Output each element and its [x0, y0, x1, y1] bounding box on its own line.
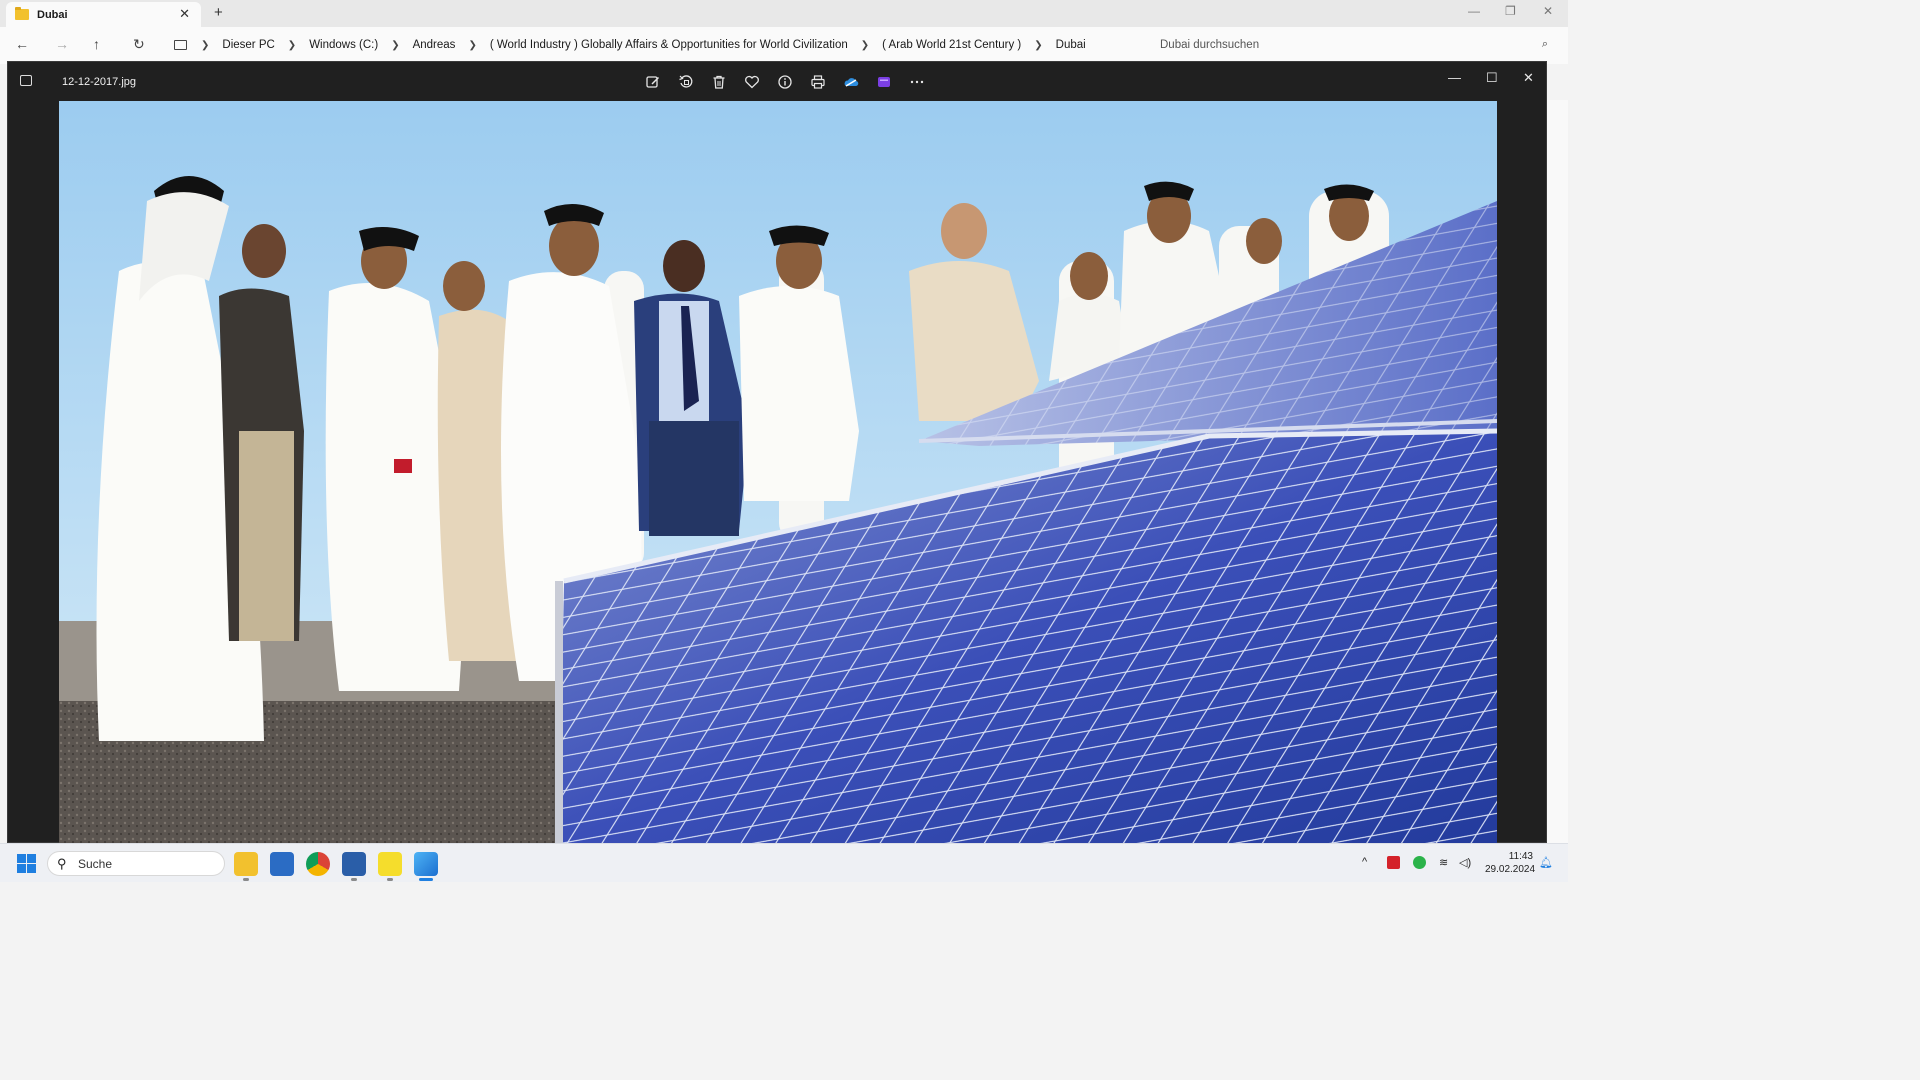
notification-bell-icon[interactable]: 🔔︎: [1539, 856, 1553, 869]
explorer-content-right: [1547, 100, 1568, 843]
print-icon[interactable]: [801, 72, 834, 92]
back-icon[interactable]: ←: [15, 36, 29, 52]
chevron-right-icon[interactable]: ❯: [468, 40, 476, 51]
refresh-icon[interactable]: ↻: [133, 36, 145, 53]
player-icon[interactable]: [378, 852, 402, 876]
running-indicator: [351, 878, 357, 881]
chevron-right-icon[interactable]: ❯: [1034, 40, 1042, 51]
chevron-right-icon[interactable]: ❯: [861, 40, 869, 51]
security-icon[interactable]: [1413, 856, 1426, 869]
photo-canvas[interactable]: [59, 101, 1497, 844]
new-tab-button[interactable]: +: [214, 4, 223, 21]
taskbar-search[interactable]: ⚲ Suche: [47, 851, 225, 876]
search-icon: ⌕: [1541, 38, 1548, 50]
window-close-icon[interactable]: ✕: [1543, 4, 1553, 18]
notepad-icon[interactable]: [342, 852, 366, 876]
acrobat-icon[interactable]: [1387, 856, 1400, 869]
minimize-icon[interactable]: —: [1468, 4, 1480, 18]
taskbar-search-label: Suche: [78, 856, 113, 871]
windows-logo-icon: [17, 854, 26, 863]
clock-date: 29.02.2024: [1485, 864, 1536, 875]
breadcrumb-item[interactable]: ( Arab World 21st Century ): [882, 39, 1021, 51]
onedrive-icon[interactable]: [834, 72, 867, 92]
taskbar: ⚲ Suche ^ ≋ ◁) 11:43 29.02.2024 🔔︎: [0, 843, 1568, 882]
photos-close-icon[interactable]: ✕: [1523, 70, 1534, 86]
photos-toolbar: 12-12-2017.jpg — ☐ ✕: [8, 62, 1548, 101]
chevron-up-icon[interactable]: ^: [1362, 856, 1367, 868]
chevron-right-icon[interactable]: ❯: [288, 40, 296, 51]
breadcrumb-item[interactable]: Dieser PC: [222, 39, 274, 51]
wifi-icon[interactable]: ≋: [1439, 856, 1448, 869]
breadcrumb-item[interactable]: ( World Industry ) Globally Affairs & Op…: [490, 39, 848, 51]
folder-icon: [15, 7, 29, 20]
photos-app-icon: [20, 75, 32, 86]
explorer-search-input[interactable]: Dubai durchsuchen ⌕: [1150, 31, 1560, 59]
volume-icon[interactable]: ◁): [1459, 856, 1471, 869]
tab-close-icon[interactable]: ✕: [179, 6, 190, 22]
running-indicator: [243, 878, 249, 881]
breadcrumb-item[interactable]: Windows (C:): [309, 39, 378, 51]
up-icon[interactable]: ↑: [93, 36, 100, 52]
breadcrumb-item[interactable]: Andreas: [413, 39, 456, 51]
favorite-icon[interactable]: [735, 72, 768, 92]
chevron-right-icon[interactable]: ❯: [391, 40, 399, 51]
active-indicator: [419, 878, 433, 881]
breadcrumb-item[interactable]: Dubai: [1056, 39, 1086, 51]
restore-icon[interactable]: ❐: [1505, 4, 1516, 18]
clipchamp-icon[interactable]: [867, 72, 900, 92]
computer-icon: [174, 40, 187, 50]
photos-icon[interactable]: [414, 852, 438, 876]
more-icon[interactable]: [900, 72, 933, 92]
search-icon: ⚲: [57, 856, 67, 871]
search-placeholder: Dubai durchsuchen: [1160, 39, 1260, 51]
running-indicator: [387, 878, 393, 881]
rotate-icon[interactable]: [669, 72, 702, 92]
photo-image: [59, 101, 1497, 844]
info-icon[interactable]: [768, 72, 801, 92]
tab-title: Dubai: [37, 8, 68, 21]
photos-window: 12-12-2017.jpg — ☐ ✕: [7, 61, 1548, 844]
chrome-icon[interactable]: [306, 852, 330, 876]
chevron-right-icon[interactable]: ❯: [201, 40, 209, 51]
explorer-tab[interactable]: Dubai ✕: [6, 2, 201, 27]
explorer-nav-row: ← → ↑ ↻ ❯ Dieser PC ❯ Windows (C:) ❯ And…: [0, 27, 1568, 64]
photo-tools: [636, 72, 933, 92]
edit-icon[interactable]: [636, 72, 669, 92]
photos-maximize-icon[interactable]: ☐: [1486, 70, 1498, 86]
store-icon[interactable]: [270, 852, 294, 876]
explorer-tab-bar: Dubai ✕ + — ❐ ✕: [0, 0, 1568, 27]
photos-minimize-icon[interactable]: —: [1448, 70, 1461, 85]
clock-time: 11:43: [1508, 851, 1533, 862]
clock[interactable]: 11:43 29.02.2024: [1485, 850, 1536, 876]
photo-filename: 12-12-2017.jpg: [62, 76, 137, 88]
forward-icon[interactable]: →: [55, 36, 69, 52]
explorer-content-left: [0, 100, 7, 843]
file-explorer-icon[interactable]: [234, 852, 258, 876]
start-button[interactable]: [17, 854, 36, 873]
breadcrumb[interactable]: ❯ Dieser PC ❯ Windows (C:) ❯ Andreas ❯ (…: [166, 31, 1144, 59]
delete-icon[interactable]: [702, 72, 735, 92]
